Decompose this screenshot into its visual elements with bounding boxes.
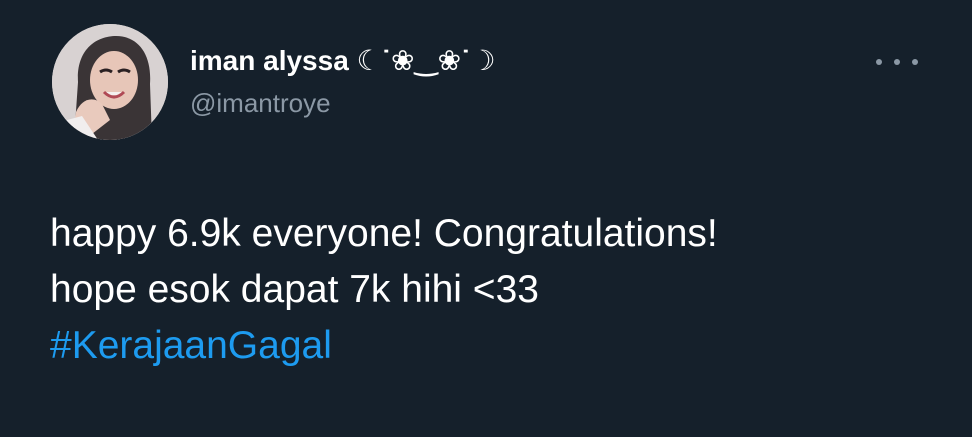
- avatar-image: [52, 24, 168, 140]
- more-dot: [876, 59, 882, 65]
- more-options-icon[interactable]: [876, 52, 918, 72]
- tweet-text: happy 6.9k everyone! Congratulations! ho…: [50, 206, 950, 374]
- avatar[interactable]: [52, 24, 168, 140]
- tweet-line-2: hope esok dapat 7k hihi <33: [50, 268, 539, 311]
- tweet-card: iman alyssa ☾˙❀‿❀˙☽ @imantroye happy 6.9…: [0, 0, 972, 437]
- tweet-line-1: happy 6.9k everyone! Congratulations!: [50, 212, 718, 255]
- more-dot: [912, 59, 918, 65]
- display-name[interactable]: iman alyssa ☾˙❀‿❀˙☽: [190, 44, 496, 78]
- hashtag-link[interactable]: #KerajaanGagal: [50, 318, 950, 374]
- user-handle[interactable]: @imantroye: [190, 87, 331, 119]
- more-dot: [894, 59, 900, 65]
